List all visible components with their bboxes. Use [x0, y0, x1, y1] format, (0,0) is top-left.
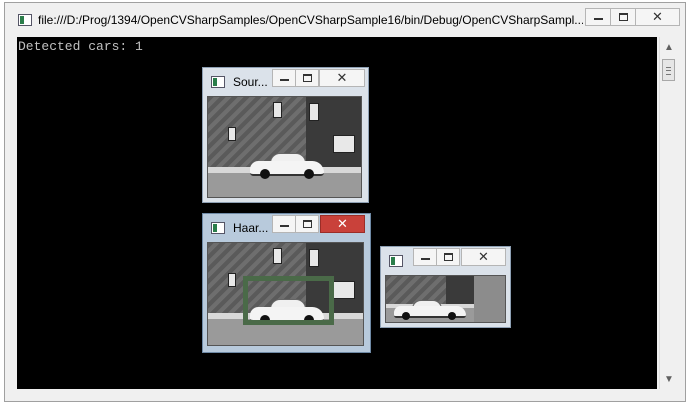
cropped-car-window: ✕ — [380, 246, 511, 328]
haar-title: Haar... — [233, 221, 269, 235]
close-icon: ✕ — [478, 249, 489, 265]
maximize-icon — [302, 74, 312, 82]
console-vertical-scrollbar[interactable]: ▲ ▼ — [659, 37, 678, 389]
source-image — [207, 96, 362, 198]
close-icon: ✕ — [652, 9, 663, 25]
crop-close-button[interactable]: ✕ — [461, 248, 506, 266]
maximize-icon — [443, 253, 453, 261]
source-title: Sour... — [233, 75, 268, 89]
haar-titlebar[interactable]: Haar... ✕ — [203, 214, 370, 241]
source-maximize-button[interactable] — [295, 69, 319, 87]
maximize-icon — [302, 220, 312, 228]
maximize-icon — [618, 13, 628, 21]
haar-result-window: Haar... ✕ — [202, 213, 371, 353]
scroll-down-icon[interactable]: ▼ — [660, 371, 678, 388]
minimize-icon — [279, 79, 289, 81]
haar-minimize-button[interactable] — [272, 215, 296, 233]
source-image-window: Sour... ✕ — [202, 67, 369, 203]
window-app-icon — [211, 222, 225, 234]
console-close-button[interactable]: ✕ — [635, 8, 680, 26]
source-close-button[interactable]: ✕ — [319, 69, 365, 87]
console-title: file:///D:/Prog/1394/OpenCVSharpSamples/… — [38, 13, 583, 27]
minimize-icon — [420, 258, 430, 260]
haar-close-button[interactable]: ✕ — [320, 215, 365, 233]
close-icon: ✕ — [337, 216, 348, 232]
console-minimize-button[interactable] — [585, 8, 611, 26]
console-titlebar[interactable]: file:///D:/Prog/1394/OpenCVSharpSamples/… — [5, 3, 685, 36]
crop-minimize-button[interactable] — [413, 248, 437, 266]
close-icon: ✕ — [336, 70, 348, 86]
cropped-car-image — [385, 275, 506, 323]
source-minimize-button[interactable] — [272, 69, 296, 87]
console-maximize-button[interactable] — [610, 8, 636, 26]
scroll-up-icon[interactable]: ▲ — [660, 39, 678, 56]
minimize-icon — [279, 225, 289, 227]
console-app-icon — [18, 14, 32, 26]
crop-maximize-button[interactable] — [436, 248, 460, 266]
scrollbar-thumb[interactable] — [662, 59, 675, 81]
window-app-icon — [211, 76, 225, 88]
source-titlebar[interactable]: Sour... ✕ — [203, 68, 368, 95]
haar-result-image — [207, 242, 364, 346]
haar-maximize-button[interactable] — [295, 215, 319, 233]
detected-car-rectangle — [243, 276, 334, 325]
minimize-icon — [593, 18, 603, 20]
crop-titlebar[interactable]: ✕ — [381, 247, 510, 274]
window-app-icon — [389, 255, 403, 267]
console-output-line: Detected cars: 1 — [18, 39, 143, 54]
